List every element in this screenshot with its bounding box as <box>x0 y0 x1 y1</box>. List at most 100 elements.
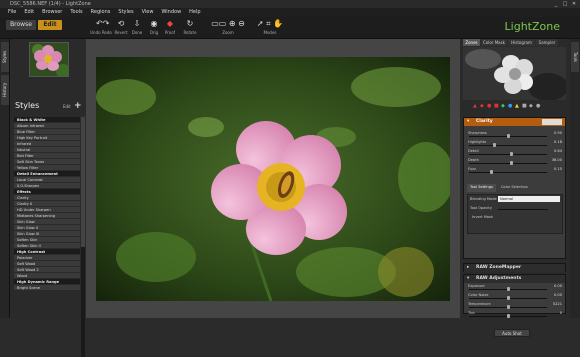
menu-bar: File Edit Browser Tools Regions Styles V… <box>0 8 580 17</box>
collapse-icon[interactable]: ▾ <box>467 118 469 126</box>
menu-help[interactable]: Help <box>185 8 204 17</box>
maximize-button[interactable]: □ <box>561 1 569 7</box>
slider-track[interactable] <box>469 172 547 173</box>
proof-button[interactable]: ◆ Proof <box>163 19 177 35</box>
minimize-button[interactable]: _ <box>552 1 560 7</box>
tool-icon-9[interactable]: ◆ <box>529 103 534 109</box>
slider-knob[interactable] <box>490 170 493 174</box>
slider-value[interactable]: 0.00 <box>550 284 562 288</box>
slider-knob[interactable] <box>506 314 510 318</box>
tab-sampler[interactable]: Sampler <box>536 39 558 46</box>
slider-knob[interactable] <box>506 134 510 138</box>
modes-icons: ➚ ⌗ ✋ <box>256 19 284 28</box>
slider-value[interactable]: 0.15 <box>550 167 562 171</box>
raw-adjustments-panel: ▾ RAW Adjustments Exposure 0.00 Color Nois… <box>463 274 566 318</box>
invert-mask-checkbox[interactable]: Invert Mask <box>472 215 493 219</box>
edit-tab[interactable]: Edit <box>38 20 62 30</box>
menu-view[interactable]: View <box>138 8 158 17</box>
slider-value[interactable]: 0.18 <box>550 140 562 144</box>
slider-value[interactable]: 0 <box>550 311 562 315</box>
rotate-button[interactable]: ↻ Rotate <box>182 19 198 35</box>
right-side-tabs: Tools <box>570 39 580 318</box>
undo-redo-button[interactable]: ↶↷ Undo Redo <box>90 19 112 35</box>
raw-adjustments-title: RAW Adjustments <box>476 276 522 281</box>
menu-edit[interactable]: Edit <box>20 8 38 17</box>
slider-value[interactable]: 0.64 <box>550 149 562 153</box>
lightzone-logo: LightZone <box>504 20 560 33</box>
modes-controls[interactable]: ➚ ⌗ ✋ Modes <box>254 19 286 35</box>
menu-styles[interactable]: Styles <box>114 8 137 17</box>
revert-button[interactable]: ⟲ Revert <box>114 19 128 35</box>
slider-value[interactable]: 0.00 <box>550 293 562 297</box>
image-canvas[interactable] <box>86 39 460 318</box>
tool-icon-5[interactable]: ◆ <box>501 103 506 109</box>
slider-value[interactable]: 0.90 <box>550 131 562 135</box>
slider-value[interactable]: 36.00 <box>550 158 562 162</box>
slider-knob[interactable] <box>510 152 514 156</box>
styles-title: Styles <box>15 101 40 110</box>
collapse-icon[interactable]: ▾ <box>467 275 469 283</box>
auto-shot-button[interactable]: Auto Shot <box>494 329 530 337</box>
tool-icon-10[interactable]: ● <box>536 103 541 109</box>
close-button[interactable]: ✕ <box>570 1 578 7</box>
styles-side-tab[interactable]: Styles <box>1 42 9 72</box>
color-selection-tab[interactable]: Color Selection <box>498 184 531 192</box>
raw-adjustments-header[interactable]: ▾ RAW Adjustments <box>464 275 565 283</box>
blending-select[interactable]: Normal <box>498 196 560 202</box>
done-icon: ⇩ <box>133 19 141 28</box>
slider-track[interactable] <box>469 145 547 146</box>
zonemapper-title: RAW ZoneMapper <box>476 265 522 270</box>
slider-label: Fuzz <box>468 167 476 171</box>
slider-knob[interactable] <box>506 305 510 309</box>
slider-row: Exposure 0.00 <box>464 283 565 292</box>
slider-value[interactable]: 5221 <box>550 302 562 306</box>
slider-track[interactable] <box>469 154 547 155</box>
slider-row: Highlights 0.18 <box>464 139 565 148</box>
menu-file[interactable]: File <box>4 8 20 17</box>
menu-browser[interactable]: Browser <box>38 8 66 17</box>
menu-regions[interactable]: Regions <box>87 8 115 17</box>
menu-window[interactable]: Window <box>157 8 185 17</box>
tool-icon-6[interactable]: ● <box>508 103 513 109</box>
slider-knob[interactable] <box>493 143 496 147</box>
done-button[interactable]: ⇩ Done <box>130 19 144 35</box>
slider-knob[interactable] <box>510 161 514 165</box>
add-style-icon[interactable]: + <box>74 101 82 111</box>
tool-settings-tab[interactable]: Tool Settings <box>467 184 496 192</box>
orig-button[interactable]: ◉ Orig <box>148 19 160 35</box>
slider-label: Highlights <box>468 140 487 144</box>
slider-knob[interactable] <box>506 296 510 300</box>
clarity-header[interactable]: ▾ Clarity <box>464 118 565 126</box>
tool-icon-1[interactable]: ▲ <box>473 103 478 109</box>
slider-row: Fuzz 0.15 <box>464 166 565 175</box>
photo-image[interactable] <box>96 57 450 301</box>
tools-side-tab[interactable]: Tools <box>571 42 579 72</box>
styles-scrollbar[interactable] <box>81 117 85 357</box>
tool-icon-3[interactable]: ● <box>487 103 492 109</box>
menu-tools[interactable]: Tools <box>66 8 86 17</box>
style-item[interactable]: Bright Scene <box>14 285 80 291</box>
tool-icon-8[interactable]: ■ <box>522 103 527 109</box>
tab-zones[interactable]: Zones <box>463 39 480 46</box>
history-side-tab[interactable]: History <box>1 75 9 105</box>
tool-icon-7[interactable]: ▲ <box>515 103 520 109</box>
clarity-panel: ▾ Clarity Sharpness 0.90 Highlights 0.18 Det… <box>463 117 566 259</box>
opacity-track[interactable] <box>498 209 548 210</box>
browse-tab[interactable]: Browse <box>6 20 36 30</box>
tab-histogram[interactable]: Histogram <box>508 39 535 46</box>
undo-redo-icon: ↶↷ <box>96 19 110 28</box>
styles-edit-button[interactable]: Edit <box>63 104 71 109</box>
slider-knob[interactable] <box>506 287 510 291</box>
tool-settings-area: Blending Mode Normal Tool Opacity Invert… <box>467 194 563 234</box>
scrollbar-thumb[interactable] <box>81 117 85 247</box>
preview-thumbnail <box>29 42 69 77</box>
slider-row: Temperature 5221 <box>464 301 565 310</box>
tab-color-mask[interactable]: Color Mask <box>481 39 507 46</box>
tool-icon-4[interactable]: ■ <box>494 103 499 109</box>
expand-icon[interactable]: ▸ <box>467 264 469 272</box>
clarity-header-buttons[interactable] <box>542 119 562 125</box>
slider-track[interactable] <box>469 163 547 164</box>
zoom-controls[interactable]: ▭▭ ⊕ ⊖ Zoom <box>208 19 248 35</box>
tool-icon-2[interactable]: ◆ <box>480 103 485 109</box>
zonemapper-header[interactable]: ▸ RAW ZoneMapper <box>464 264 565 272</box>
